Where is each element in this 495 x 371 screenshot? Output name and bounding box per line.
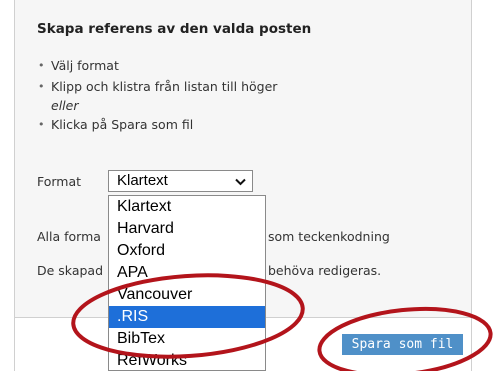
bullet-icon: • — [38, 79, 45, 93]
instruction-text: Klicka på Spara som fil — [51, 117, 194, 132]
instruction-text: Välj format — [51, 58, 119, 73]
bullet-icon: • — [38, 118, 45, 131]
format-option-apa[interactable]: APA — [109, 262, 265, 284]
info-text-encoding-end: som teckenkodning — [268, 229, 390, 244]
format-label: Format — [37, 174, 82, 189]
panel-heading: Skapa referens av den valda posten — [37, 21, 312, 37]
panel-border-left — [14, 318, 15, 371]
panel-border-right — [471, 318, 472, 371]
instruction-item: • Klipp och klistra från listan till hög… — [37, 77, 277, 98]
format-option-klartext[interactable]: Klartext — [109, 196, 265, 218]
format-option-bibtex[interactable]: BibTex — [109, 328, 265, 350]
format-dropdown-list[interactable]: Klartext Harvard Oxford APA Vancouver .R… — [108, 195, 266, 371]
save-as-file-button[interactable]: Spara som fil — [342, 334, 463, 355]
instruction-list: • Välj format • Klipp och klistra från l… — [37, 56, 277, 136]
instruction-item: • Välj format — [37, 56, 277, 77]
chevron-down-icon[interactable] — [235, 171, 246, 192]
format-option-refworks[interactable]: RefWorks — [109, 350, 265, 370]
format-option-ris[interactable]: .RIS — [109, 306, 265, 328]
format-option-oxford[interactable]: Oxford — [109, 240, 265, 262]
instruction-text: Klipp och klistra från listan till höger — [51, 78, 278, 94]
format-option-harvard[interactable]: Harvard — [109, 218, 265, 240]
format-select-value: Klartext — [117, 172, 168, 189]
instruction-item: • Klicka på Spara som fil — [37, 115, 277, 136]
info-text-edit-start: De skapad — [37, 263, 104, 278]
format-option-vancouver[interactable]: Vancouver — [109, 284, 265, 306]
bullet-icon: • — [38, 59, 45, 72]
info-text-edit-end: behöva redigeras. — [268, 263, 382, 278]
info-text-encoding-start: Alla forma — [37, 229, 101, 244]
instruction-or: eller — [51, 98, 79, 113]
format-select[interactable]: Klartext — [108, 170, 253, 192]
